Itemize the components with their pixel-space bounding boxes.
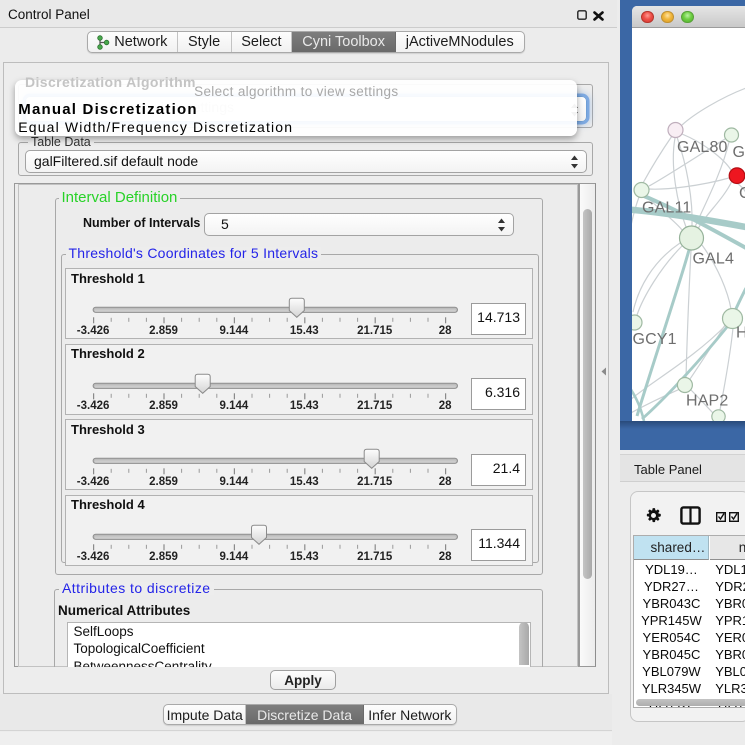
svg-text:HAP2: HAP2: [686, 393, 728, 410]
svg-text:GAL11: GAL11: [642, 200, 691, 217]
svg-text:C: C: [739, 185, 745, 202]
svg-text:GAL4: GAL4: [692, 251, 734, 268]
svg-text:GA: GA: [732, 144, 745, 161]
svg-text:H: H: [736, 325, 745, 342]
svg-text:GCY1: GCY1: [632, 331, 676, 348]
svg-text:GAL80: GAL80: [677, 139, 728, 156]
